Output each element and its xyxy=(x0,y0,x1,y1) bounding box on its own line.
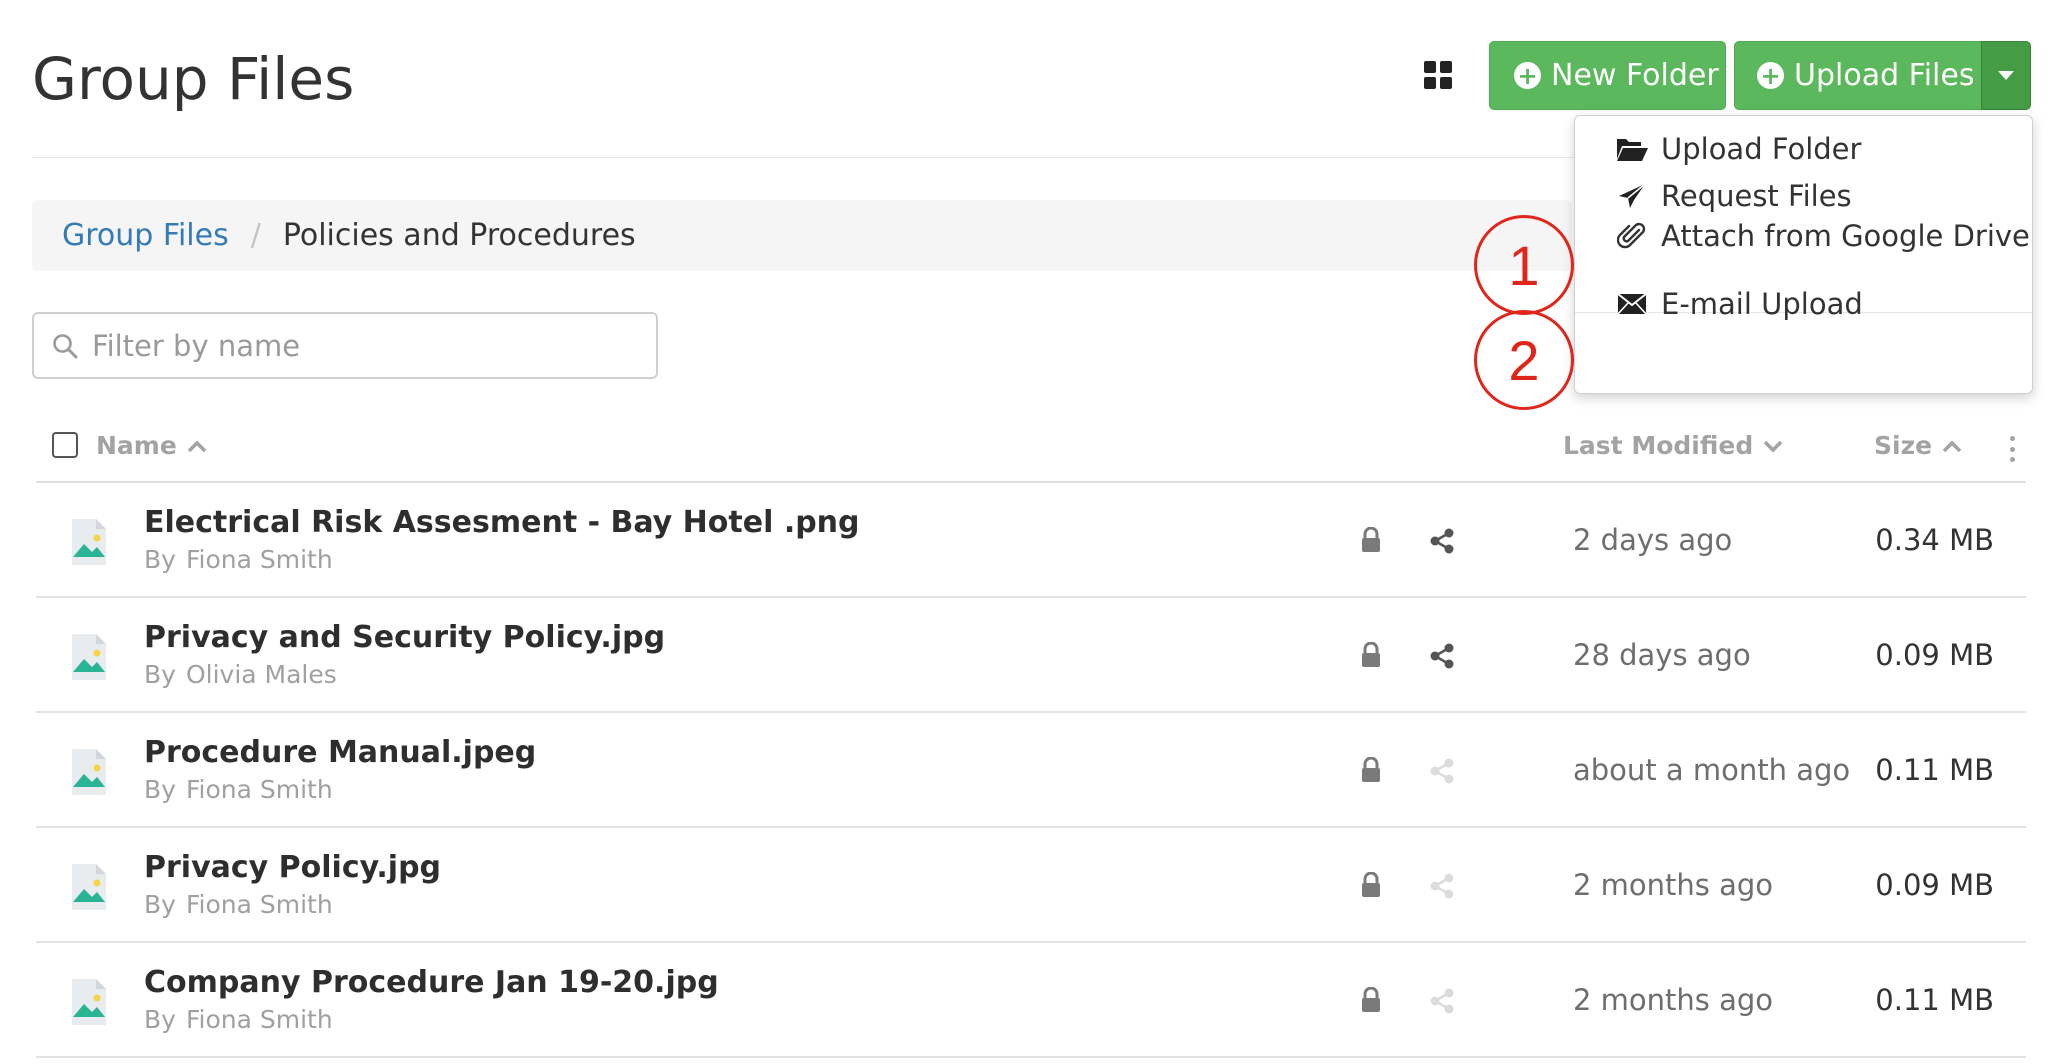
image-file-icon xyxy=(70,862,108,912)
upload-dropdown-toggle[interactable] xyxy=(1981,41,2031,110)
file-author-name: Fiona Smith xyxy=(185,775,333,804)
upload-files-label: Upload Files xyxy=(1794,58,1975,93)
table-row[interactable]: Company Procedure Jan 19-20.jpg By Fiona … xyxy=(36,943,2026,1058)
chevron-down-icon xyxy=(1763,440,1783,453)
paper-plane-icon xyxy=(1615,182,1649,210)
image-file-icon xyxy=(70,517,108,567)
file-author-prefix: By xyxy=(144,1005,176,1034)
share-icon[interactable] xyxy=(1428,527,1456,559)
upload-files-button[interactable]: + Upload Files xyxy=(1734,41,1982,110)
image-file-icon xyxy=(70,747,108,797)
annotation-callout-1: 1 xyxy=(1474,215,1574,315)
menu-item-upload-folder[interactable]: Upload Folder xyxy=(1615,132,1861,166)
chevron-up-icon xyxy=(1942,439,1962,452)
file-author-prefix: By xyxy=(144,775,176,804)
paperclip-icon xyxy=(1615,221,1649,251)
file-name[interactable]: Privacy and Security Policy.jpg xyxy=(144,620,665,655)
lock-icon[interactable] xyxy=(1360,641,1382,672)
file-name[interactable]: Privacy Policy.jpg xyxy=(144,850,441,885)
annotation-callout-2: 2 xyxy=(1474,310,1574,410)
file-last-modified: 2 months ago xyxy=(1573,983,1774,1017)
file-author-prefix: By xyxy=(144,660,176,689)
new-folder-label: New Folder xyxy=(1551,58,1719,93)
column-last-modified-label: Last Modified xyxy=(1563,431,1754,460)
file-author-name: Fiona Smith xyxy=(185,890,333,919)
menu-item-attach-google-drive[interactable]: Attach from Google Drive xyxy=(1615,219,2030,253)
folder-open-icon xyxy=(1615,135,1649,163)
filter-box xyxy=(32,312,658,379)
file-author-name: Fiona Smith xyxy=(185,1005,333,1034)
file-last-modified: 2 months ago xyxy=(1573,868,1774,902)
table-row[interactable]: Procedure Manual.jpeg By Fiona Smith abou… xyxy=(36,713,2026,828)
more-options-icon[interactable] xyxy=(2007,436,2017,462)
file-size: 0.11 MB xyxy=(1875,983,1994,1017)
plus-circle-icon: + xyxy=(1757,62,1784,89)
image-file-icon xyxy=(70,632,108,682)
file-author-prefix: By xyxy=(144,545,176,574)
page-title: Group Files xyxy=(32,45,355,113)
image-file-icon xyxy=(70,977,108,1027)
menu-item-label: Upload Folder xyxy=(1661,132,1862,166)
file-size: 0.09 MB xyxy=(1875,638,1994,672)
file-last-modified: about a month ago xyxy=(1573,753,1851,787)
column-header-last-modified[interactable]: Last Modified xyxy=(1563,431,1783,460)
share-icon[interactable] xyxy=(1428,872,1456,904)
file-author: By Fiona Smith xyxy=(144,890,333,919)
lock-icon[interactable] xyxy=(1360,756,1382,787)
file-author: By Fiona Smith xyxy=(144,775,333,804)
menu-item-label: Request Files xyxy=(1661,179,1852,213)
file-size: 0.34 MB xyxy=(1875,523,1994,557)
column-name-label: Name xyxy=(96,431,177,460)
envelope-icon xyxy=(1615,293,1649,315)
file-name[interactable]: Procedure Manual.jpeg xyxy=(144,735,536,770)
file-name[interactable]: Electrical Risk Assesment - Bay Hotel .p… xyxy=(144,505,860,540)
column-header-name[interactable]: Name xyxy=(96,431,207,460)
table-row[interactable]: Privacy and Security Policy.jpg By Olivia… xyxy=(36,598,2026,713)
lock-icon[interactable] xyxy=(1360,871,1382,902)
file-name[interactable]: Company Procedure Jan 19-20.jpg xyxy=(144,965,719,1000)
file-last-modified: 28 days ago xyxy=(1573,638,1751,672)
file-author: By Fiona Smith xyxy=(144,545,333,574)
file-author-prefix: By xyxy=(144,890,176,919)
table-row[interactable]: Privacy Policy.jpg By Fiona Smith 2 month… xyxy=(36,828,2026,943)
share-icon[interactable] xyxy=(1428,642,1456,674)
file-author-name: Fiona Smith xyxy=(185,545,333,574)
breadcrumb-separator: / xyxy=(250,218,261,253)
menu-item-email-upload[interactable]: E-mail Upload xyxy=(1615,287,1863,321)
share-icon[interactable] xyxy=(1428,757,1456,789)
lock-icon[interactable] xyxy=(1360,986,1382,1017)
select-all-checkbox[interactable] xyxy=(52,432,78,458)
plus-circle-icon: + xyxy=(1514,62,1541,89)
menu-item-label: E-mail Upload xyxy=(1661,287,1863,321)
lock-icon[interactable] xyxy=(1360,526,1382,557)
breadcrumb: Group Files / Policies and Procedures xyxy=(32,200,1572,271)
search-icon xyxy=(53,333,78,358)
filter-by-name-input[interactable] xyxy=(90,327,630,364)
file-author: By Fiona Smith xyxy=(144,1005,333,1034)
new-folder-button[interactable]: + New Folder xyxy=(1489,41,1726,110)
breadcrumb-group-files-link[interactable]: Group Files xyxy=(62,218,229,253)
file-size: 0.11 MB xyxy=(1875,753,1994,787)
table-row[interactable]: Electrical Risk Assesment - Bay Hotel .p… xyxy=(36,483,2026,598)
grid-view-icon[interactable] xyxy=(1424,61,1452,89)
column-header-size[interactable]: Size xyxy=(1874,431,1962,460)
menu-item-request-files[interactable]: Request Files xyxy=(1615,179,1852,213)
breadcrumb-current: Policies and Procedures xyxy=(282,218,636,253)
share-icon[interactable] xyxy=(1428,987,1456,1019)
menu-item-label: Attach from Google Drive xyxy=(1661,219,2030,253)
file-author-name: Olivia Males xyxy=(185,660,337,689)
column-size-label: Size xyxy=(1874,431,1933,460)
upload-dropdown-menu: Upload Folder Request Files Attach from … xyxy=(1574,115,2033,394)
chevron-up-icon xyxy=(187,439,207,452)
file-last-modified: 2 days ago xyxy=(1573,523,1733,557)
caret-down-icon xyxy=(1998,71,2014,80)
file-author: By Olivia Males xyxy=(144,660,337,689)
file-size: 0.09 MB xyxy=(1875,868,1994,902)
